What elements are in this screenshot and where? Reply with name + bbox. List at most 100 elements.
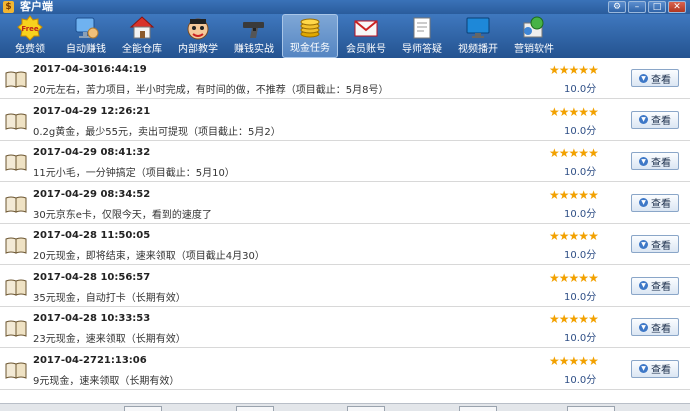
task-date: 2017-04-29 08:34:52 (33, 188, 151, 200)
star-icon: ★ (549, 104, 560, 119)
toolbar-item-video[interactable]: 视频播开 (450, 14, 506, 58)
star-icon: ★ (568, 146, 580, 160)
book-icon (5, 237, 27, 254)
teacher-face-icon (185, 15, 211, 41)
task-row[interactable]: 2017-04-28 11:50:05 20元现金，即将结束，速来领取（项目截止4… (0, 224, 690, 265)
pagination-button[interactable] (347, 406, 385, 411)
task-score: 10.0分 (564, 84, 597, 95)
task-score: 10.0分 (564, 167, 597, 178)
task-row[interactable]: 2017-04-28 10:33:53 23元现金，速来领取（长期有效） ★★★★★… (0, 307, 690, 348)
star-icon: ★ (558, 187, 570, 202)
star-icon: ★ (588, 187, 599, 202)
task-description: 20元现金，即将结束，速来领取（项目截止4月30） (33, 251, 265, 262)
star-icon: ★ (578, 270, 589, 285)
free-badge-icon: Free (17, 15, 43, 41)
toolbar-item-practice[interactable]: 赚钱实战 (226, 14, 282, 58)
pistol-icon (241, 15, 267, 41)
toolbar-item-free[interactable]: Free 免费领 (2, 14, 58, 58)
task-description: 0.2g黄金，最少55元，卖出可提现（项目截止：5月2） (33, 126, 281, 138)
task-description: 23元现金，速来领取（长期有效） (33, 334, 186, 345)
task-description: 30元京东e卡，仅限今天，看到的速度了 (33, 209, 212, 221)
view-button-label: 查看 (651, 74, 671, 86)
star-icon: ★ (558, 146, 570, 160)
star-icon: ★ (588, 270, 599, 285)
task-score: 10.0分 (564, 374, 597, 386)
toolbar-item-teaching[interactable]: 内部教学 (170, 14, 226, 58)
task-score: 10.0分 (564, 125, 597, 137)
star-icon: ★ (568, 353, 580, 368)
star-icon: ★ (558, 104, 570, 119)
star-icon: ★ (549, 270, 560, 285)
task-date: 2017-04-28 10:56:57 (33, 271, 151, 283)
star-rating: ★★★★★ (549, 64, 599, 76)
task-row[interactable]: 2017-04-28 10:56:57 35元现金，自动打卡（长期有效） ★★★★★… (0, 265, 690, 307)
task-row[interactable]: 2017-04-29 08:34:52 30元京东e卡，仅限今天，看到的速度了 ★★… (0, 182, 690, 224)
view-button-label: 查看 (651, 282, 671, 293)
task-row[interactable]: 2017-04-3016:44:19 20元左右，苦力项目，半小时完成，有时间的做… (0, 58, 690, 99)
document-icon (409, 15, 435, 41)
toolbar-item-marketing-software[interactable]: 营销软件 (506, 14, 562, 58)
arrow-down-icon: ▼ (639, 156, 648, 166)
star-icon: ★ (568, 104, 580, 119)
arrow-down-icon: ▼ (639, 73, 648, 83)
title-bar: $ 客户端 ⚙ – □ ✕ (0, 0, 690, 14)
window-title: 客户端 (20, 0, 53, 13)
toolbar-item-mentor-qa[interactable]: 导师答疑 (394, 14, 450, 58)
software-box-icon (521, 15, 547, 41)
minimize-icon[interactable]: – (628, 1, 646, 13)
pagination-button[interactable] (236, 406, 274, 411)
task-date: 2017-04-2721:13:06 (33, 354, 147, 366)
task-date: 2017-04-29 12:26:21 (33, 105, 151, 117)
task-date: 2017-04-3016:44:19 (33, 64, 147, 75)
pagination-button[interactable] (124, 406, 162, 411)
coin-stack-icon (297, 14, 323, 40)
view-button-label: 查看 (651, 240, 671, 252)
view-button[interactable]: ▼ 查看 (631, 276, 679, 295)
pagination-button[interactable] (459, 406, 497, 411)
task-row[interactable]: 2017-04-29 08:41:32 11元小毛，一分钟搞定（项目截止：5月10… (0, 141, 690, 182)
pagination-button[interactable] (567, 406, 615, 411)
toolbar-item-cash-tasks[interactable]: 现金任务 (282, 14, 338, 58)
star-icon: ★ (578, 353, 589, 368)
view-button[interactable]: ▼ 查看 (631, 235, 679, 253)
toolbar-item-warehouse[interactable]: 全能仓库 (114, 14, 170, 58)
app-icon: $ (3, 1, 14, 13)
star-icon: ★ (578, 312, 589, 326)
view-button[interactable]: ▼ 查看 (631, 318, 679, 336)
task-description: 35元现金，自动打卡（长期有效） (33, 292, 186, 304)
view-button[interactable]: ▼ 查看 (631, 193, 679, 212)
close-icon[interactable]: ✕ (668, 1, 686, 13)
star-icon: ★ (549, 187, 560, 202)
view-button[interactable]: ▼ 查看 (631, 110, 679, 129)
task-row[interactable]: 2017-04-29 12:26:21 0.2g黄金，最少55元，卖出可提现（项目… (0, 99, 690, 141)
settings-icon[interactable]: ⚙ (608, 1, 626, 13)
envelope-icon (353, 15, 379, 41)
arrow-down-icon: ▼ (639, 239, 648, 249)
window-controls: ⚙ – □ ✕ (608, 1, 686, 13)
star-rating: ★★★★★ (549, 312, 599, 326)
book-icon (5, 154, 27, 171)
view-button-label: 查看 (651, 323, 671, 335)
maximize-icon[interactable]: □ (648, 1, 666, 13)
star-icon: ★ (549, 312, 560, 326)
star-icon: ★ (588, 312, 599, 326)
star-rating: ★★★★★ (549, 270, 599, 285)
arrow-down-icon: ▼ (639, 364, 648, 373)
star-icon: ★ (549, 146, 560, 160)
task-row[interactable]: 2017-04-2721:13:06 9元现金，速来领取（长期有效） ★★★★★ 10… (0, 348, 690, 390)
view-button[interactable]: ▼ 查看 (631, 152, 679, 170)
task-description: 11元小毛，一分钟搞定（项目截止：5月10） (33, 168, 235, 179)
toolbar-item-member-account[interactable]: 会员账号 (338, 14, 394, 58)
view-button[interactable]: ▼ 查看 (631, 359, 679, 378)
star-icon: ★ (549, 229, 560, 243)
toolbar-item-auto-earn[interactable]: 自动赚钱 (58, 14, 114, 58)
task-description: 9元现金，速来领取（长期有效） (33, 375, 180, 387)
task-list: 2017-04-3016:44:19 20元左右，苦力项目，半小时完成，有时间的做… (0, 58, 690, 403)
star-rating: ★★★★★ (549, 229, 599, 243)
house-icon (129, 15, 155, 41)
star-icon: ★ (568, 312, 580, 326)
task-score: 10.0分 (564, 250, 597, 261)
book-icon (5, 113, 27, 130)
view-button[interactable]: ▼ 查看 (631, 69, 679, 87)
star-icon: ★ (558, 229, 570, 243)
